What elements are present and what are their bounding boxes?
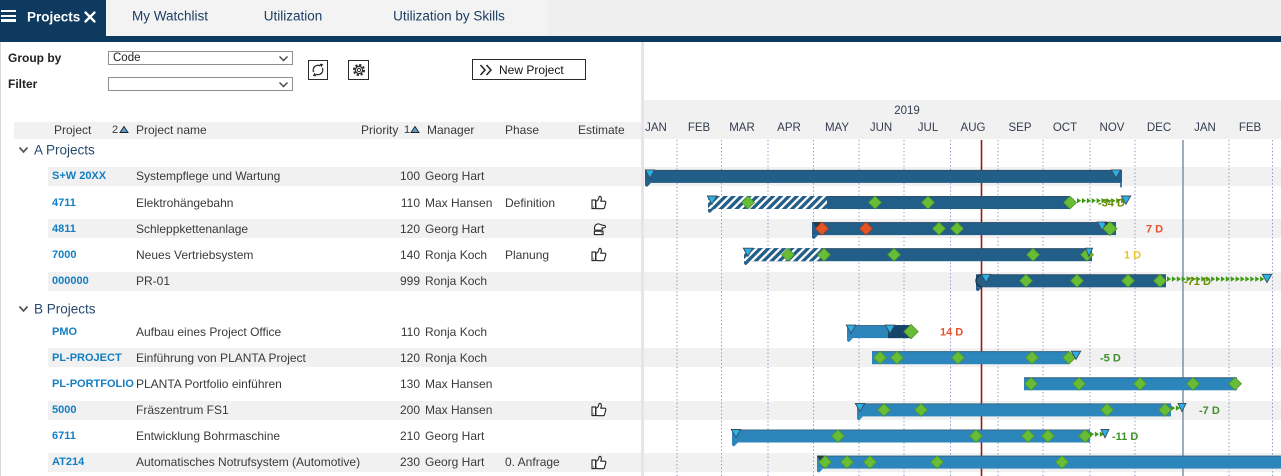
- svg-text:-5 D: -5 D: [1100, 353, 1121, 365]
- svg-text:-11 D: -11 D: [1112, 431, 1138, 443]
- svg-text:14 D: 14 D: [940, 327, 963, 339]
- svg-text:7 D: 7 D: [1146, 224, 1163, 236]
- svg-text:-7 D: -7 D: [1199, 405, 1220, 417]
- svg-text:1 D: 1 D: [1124, 250, 1141, 262]
- svg-text:-34 D: -34 D: [1098, 198, 1125, 210]
- svg-text:-71 D: -71 D: [1184, 276, 1211, 288]
